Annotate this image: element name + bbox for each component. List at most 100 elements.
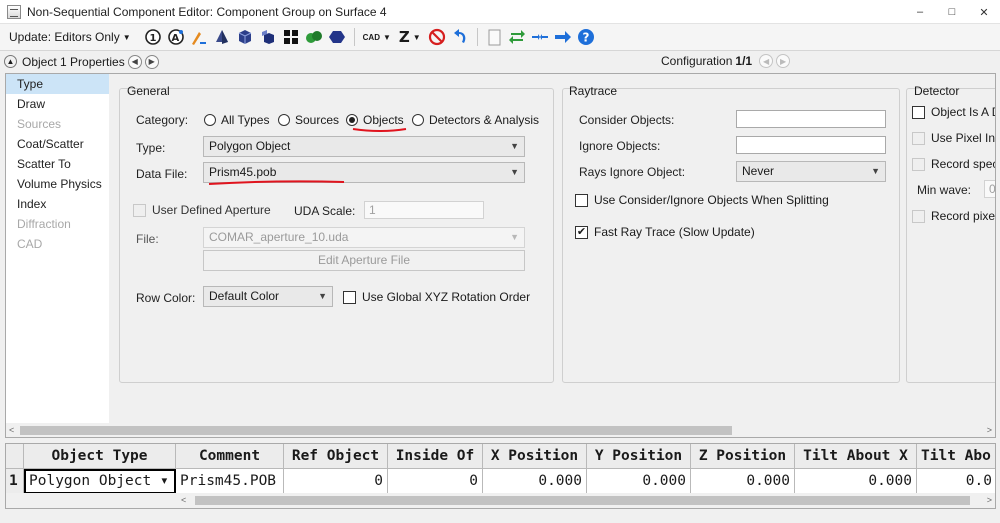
side-nav-item[interactable]: Volume Physics	[6, 174, 109, 194]
merge-icon[interactable]	[304, 27, 324, 47]
scroll-left-icon[interactable]: <	[181, 493, 186, 508]
hexagon-icon[interactable]	[327, 27, 347, 47]
side-nav-item[interactable]: Type	[6, 74, 109, 94]
radio-all-types[interactable]: All Types	[204, 113, 269, 127]
toolbar: Update: Editors Only ▼ 1 A CAD ▼ Z ▼ ?	[0, 24, 1000, 51]
properties-scrollbar[interactable]: < >	[6, 423, 995, 437]
rays-ignore-select[interactable]: Never ▼	[736, 161, 886, 182]
glass-catalog-icon[interactable]: 1	[143, 27, 163, 47]
svg-text:?: ?	[583, 31, 590, 45]
ignore-objects-input[interactable]	[736, 136, 886, 154]
scrollbar-thumb[interactable]	[195, 496, 970, 505]
use-pixel-checkbox[interactable]: Use Pixel Int	[912, 131, 995, 145]
column-header[interactable]: Z Position	[691, 444, 795, 469]
scroll-right-icon[interactable]: >	[987, 493, 992, 508]
radio-circle	[278, 114, 290, 126]
side-nav-item[interactable]: Draw	[6, 94, 109, 114]
column-header[interactable]: X Position	[483, 444, 587, 469]
row-color-select[interactable]: Default Color ▼	[203, 286, 333, 307]
swap-icon[interactable]	[507, 27, 527, 47]
arrow-right-icon[interactable]	[553, 27, 573, 47]
column-header[interactable]: Comment	[176, 444, 284, 469]
grid-icon[interactable]	[281, 27, 301, 47]
comment-cell[interactable]: Prism45.POB	[176, 469, 284, 494]
prev-config-icon[interactable]: ◀	[759, 54, 774, 68]
use-consider-checkbox[interactable]: Use Consider/Ignore Objects When Splitti…	[575, 193, 829, 207]
maximize-button[interactable]: □	[936, 0, 968, 24]
consider-objects-input[interactable]	[736, 110, 886, 128]
config-label: Configuration	[661, 54, 733, 68]
next-config-icon[interactable]: ▶	[776, 54, 791, 68]
draw-icon[interactable]	[189, 27, 209, 47]
no-icon[interactable]	[427, 27, 447, 47]
radio-objects[interactable]: Objects	[346, 113, 404, 127]
object-type-cell[interactable]: Polygon Object ▾	[24, 469, 176, 494]
min-wave-input[interactable]: 0	[984, 180, 995, 198]
scrollbar-thumb[interactable]	[20, 426, 732, 435]
edit-aperture-button[interactable]: Edit Aperture File	[203, 250, 525, 271]
object-is-detector-checkbox[interactable]: Object Is A D	[912, 105, 996, 119]
global-rotation-checkbox[interactable]: Use Global XYZ Rotation Order	[343, 290, 530, 304]
radio-label: Objects	[363, 113, 404, 127]
row-color-value: Default Color	[209, 289, 280, 303]
column-header[interactable]: Ref Object	[284, 444, 388, 469]
radio-detectors[interactable]: Detectors & Analysis	[412, 113, 539, 127]
scroll-right-icon[interactable]: >	[987, 423, 992, 437]
radio-circle	[346, 114, 358, 126]
prev-object-icon[interactable]: ◀	[127, 54, 142, 69]
record-pixel-checkbox[interactable]: Record pixe	[912, 209, 995, 223]
arrows-in-icon[interactable]	[530, 27, 550, 47]
checkbox-box	[575, 193, 588, 207]
solid-object-icon[interactable]	[212, 27, 232, 47]
cad-label: CAD	[362, 32, 380, 42]
side-nav-item[interactable]: Coat/Scatter	[6, 134, 109, 154]
z-position-cell[interactable]: 0.000	[691, 469, 795, 494]
z-dropdown-icon[interactable]: Z ▼	[396, 26, 424, 48]
y-position-cell[interactable]: 0.000	[587, 469, 691, 494]
cube-small-icon[interactable]	[258, 27, 278, 47]
record-spec-checkbox[interactable]: Record spec	[912, 157, 995, 171]
chevron-down-icon: ▼	[412, 32, 421, 42]
column-header[interactable]: Object Type	[24, 444, 176, 469]
ref-object-cell[interactable]: 0	[284, 469, 388, 494]
file-select[interactable]: COMAR_aperture_10.uda ▼	[203, 227, 525, 248]
cube-icon[interactable]	[235, 27, 255, 47]
scroll-left-icon[interactable]: <	[9, 423, 14, 437]
fast-ray-trace-checkbox[interactable]: ✔ Fast Ray Trace (Slow Update)	[575, 225, 755, 239]
column-header[interactable]: Tilt Abo	[917, 444, 995, 469]
type-select[interactable]: Polygon Object ▼	[203, 136, 525, 157]
side-nav-item[interactable]: CAD	[6, 234, 109, 254]
row-number[interactable]: 1	[6, 469, 24, 494]
help-icon[interactable]: ?	[576, 27, 596, 47]
minimize-button[interactable]: –	[904, 0, 936, 24]
objects-underline-annotation	[352, 128, 407, 132]
tilt-y-cell[interactable]: 0.0	[917, 469, 995, 494]
side-nav-item[interactable]: Index	[6, 194, 109, 214]
properties-header: ▲ Object 1 Properties ◀ ▶ Configuration …	[0, 51, 1000, 72]
column-header[interactable]: Tilt About X	[795, 444, 917, 469]
side-nav-item[interactable]: Sources	[6, 114, 109, 134]
next-object-icon[interactable]: ▶	[144, 54, 159, 69]
object-is-label: Object Is A D	[931, 105, 996, 119]
radio-circle	[204, 114, 216, 126]
column-header[interactable]: Inside Of	[388, 444, 483, 469]
radio-sources[interactable]: Sources	[278, 113, 339, 127]
side-nav-item[interactable]: Diffraction	[6, 214, 109, 234]
column-header[interactable]: Y Position	[587, 444, 691, 469]
x-position-cell[interactable]: 0.000	[483, 469, 587, 494]
tilt-x-cell[interactable]: 0.000	[795, 469, 917, 494]
inside-of-cell[interactable]: 0	[388, 469, 483, 494]
undo-icon[interactable]	[450, 27, 470, 47]
update-dropdown[interactable]: Update: Editors Only ▼	[6, 28, 134, 46]
side-nav-item[interactable]: Scatter To	[6, 154, 109, 174]
close-button[interactable]: ✕	[968, 0, 1000, 24]
rays-ignore-label: Rays Ignore Object:	[579, 165, 686, 179]
aperture-icon[interactable]: A	[166, 27, 186, 47]
uda-scale-input[interactable]: 1	[364, 201, 484, 219]
uda-checkbox[interactable]: User Defined Aperture	[133, 203, 271, 217]
grid-scrollbar[interactable]: < >	[6, 493, 995, 508]
collapse-icon[interactable]: ▲	[4, 55, 17, 68]
page-icon[interactable]	[484, 27, 504, 47]
cad-dropdown-icon[interactable]: CAD ▼	[360, 31, 394, 44]
toolbar-separator	[353, 28, 355, 46]
